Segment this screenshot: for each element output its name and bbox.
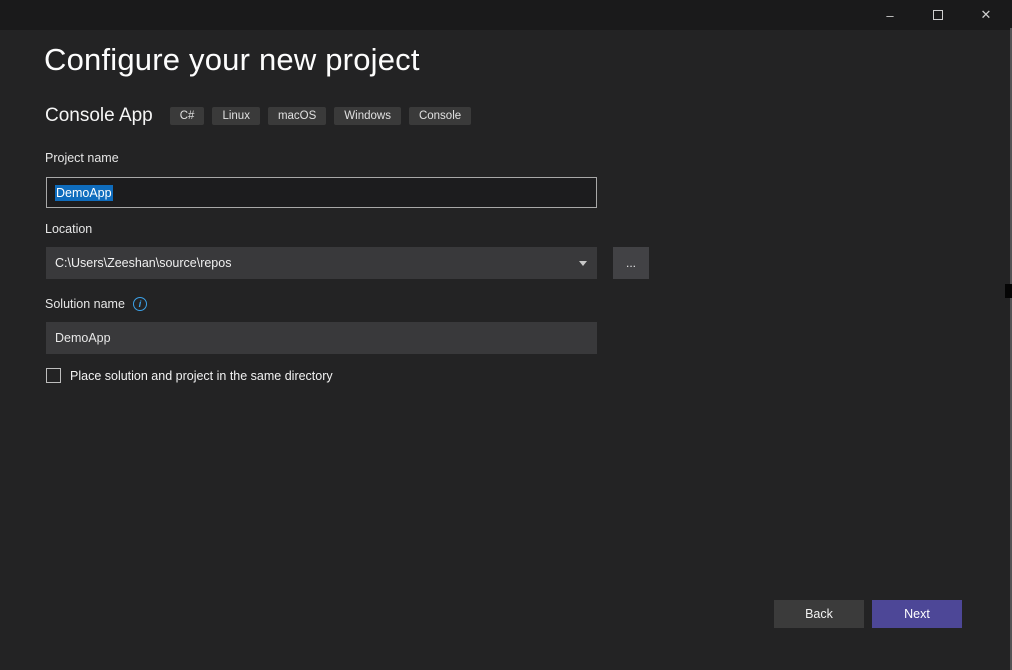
back-button[interactable]: Back [774, 600, 864, 628]
tag-windows: Windows [334, 107, 401, 125]
maximize-icon [933, 10, 943, 20]
solution-name-value: DemoApp [55, 331, 111, 345]
selected-text: DemoApp [55, 184, 113, 201]
minimize-icon: – [886, 7, 894, 23]
location-combobox[interactable]: C:\Users\Zeeshan\source\repos [46, 247, 597, 279]
solution-name-input[interactable]: DemoApp [46, 322, 597, 354]
next-button[interactable]: Next [872, 600, 962, 628]
tag-macos: macOS [267, 107, 327, 125]
minimize-button[interactable]: – [866, 0, 914, 30]
window-controls: – ✕ [866, 0, 1010, 30]
solution-name-label: Solution name [45, 297, 125, 311]
location-value: C:\Users\Zeeshan\source\repos [55, 256, 232, 270]
maximize-button[interactable] [914, 0, 962, 30]
configure-project-dialog: – ✕ Configure your new project Console A… [0, 0, 1012, 670]
close-icon: ✕ [980, 7, 992, 22]
template-name: Console App [45, 105, 153, 126]
same-directory-checkbox-row[interactable]: Place solution and project in the same d… [46, 368, 333, 383]
info-icon[interactable]: i [132, 297, 147, 311]
same-directory-checkbox-label: Place solution and project in the same d… [70, 368, 333, 383]
solution-name-label-row: Solution name i [45, 297, 147, 311]
page-title: Configure your new project [44, 42, 420, 77]
template-info-row: Console App C# Linux macOS Windows Conso… [45, 105, 479, 127]
project-name-label: Project name [45, 151, 119, 165]
tag-csharp: C# [169, 107, 205, 125]
tag-console: Console [408, 107, 472, 125]
titlebar: – ✕ [0, 0, 1012, 30]
close-button[interactable]: ✕ [962, 0, 1010, 30]
browse-button[interactable]: ... [613, 247, 649, 279]
tag-linux: Linux [212, 107, 260, 125]
project-name-input[interactable]: DemoApp [46, 177, 597, 208]
location-label: Location [45, 222, 93, 236]
chevron-down-icon [579, 261, 587, 266]
scrollbar-thumb[interactable] [1005, 284, 1012, 298]
same-directory-checkbox[interactable] [46, 368, 61, 383]
